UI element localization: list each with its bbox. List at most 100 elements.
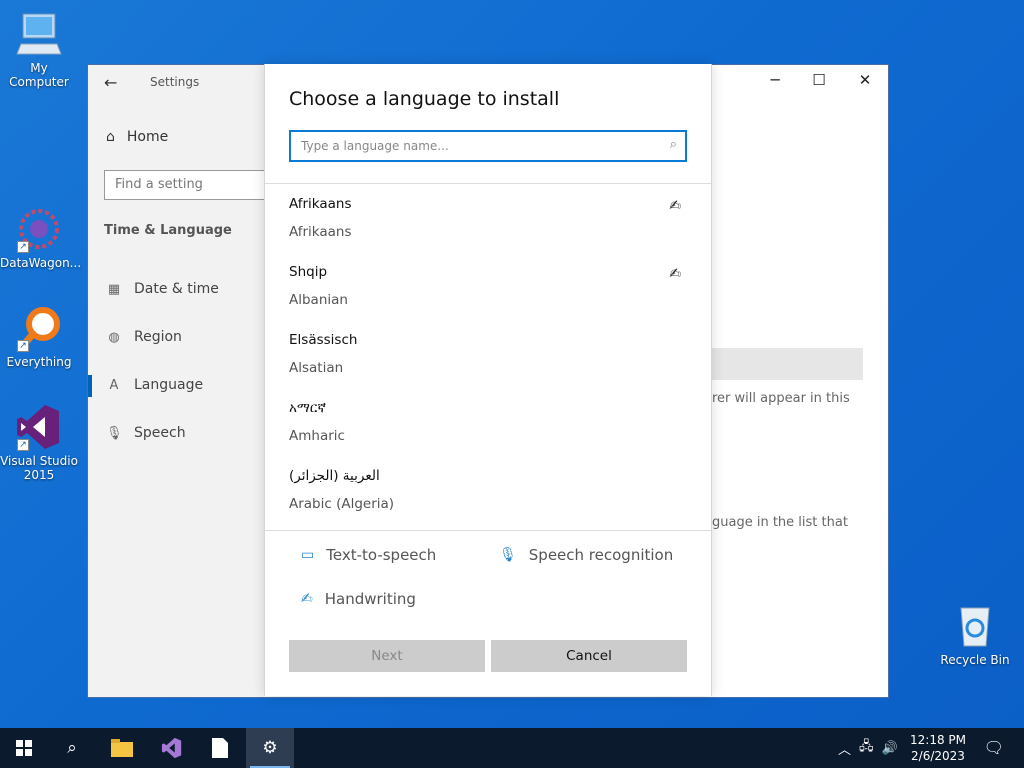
- background-text: rer will appear in this: [712, 391, 850, 406]
- close-button[interactable]: ✕: [842, 71, 888, 95]
- language-native-name: Shqip: [289, 264, 328, 280]
- feature-handwriting: ✍ Handwriting: [301, 590, 416, 608]
- feature-text-to-speech: ▭ Text-to-speech: [301, 546, 436, 564]
- dialog-title: Choose a language to install: [289, 88, 560, 110]
- shortcut-arrow-icon: ↗: [17, 340, 29, 352]
- handwriting-icon: ✍: [669, 198, 681, 214]
- nav-item-region[interactable]: ◍ Region: [106, 329, 182, 345]
- minimize-button[interactable]: ─: [752, 71, 798, 95]
- search-icon: ⌕: [669, 137, 677, 152]
- computer-icon: [15, 10, 63, 58]
- language-native-name: Elsässisch: [289, 332, 358, 348]
- notification-icon[interactable]: 🗨: [984, 738, 1004, 757]
- desktop-icon-label: Recycle Bin: [940, 653, 1010, 667]
- language-icon: A: [109, 377, 119, 393]
- desktop-icon-everything[interactable]: ↗ Everything: [0, 304, 78, 369]
- nav-item-speech[interactable]: 🎙 Speech: [106, 425, 186, 441]
- desktop-icon-visual-studio[interactable]: ↗ Visual Studio 2015: [0, 403, 78, 482]
- desktop-icon-label: DataWagon...: [0, 256, 82, 270]
- background-panel-bar: [711, 348, 863, 380]
- shortcut-arrow-icon: ↗: [17, 439, 29, 451]
- language-native-name: Afrikaans: [289, 196, 352, 212]
- calendar-icon: ▦: [107, 281, 121, 297]
- chevron-up-icon[interactable]: ︿: [838, 739, 851, 758]
- taskbar: ⌕ ⚙ ︿ 🖧 🔊 12:18 PM 2/6/2023 🗨: [0, 728, 1024, 768]
- language-english-name: Afrikaans: [289, 224, 352, 240]
- settings-title: Settings: [150, 75, 200, 89]
- language-search-box[interactable]: ⌕: [289, 130, 687, 162]
- language-item-amharic[interactable]: አማርኛ Amharic: [265, 388, 711, 456]
- nav-section-title: Time & Language: [104, 223, 232, 238]
- volume-icon[interactable]: 🔊: [882, 741, 898, 756]
- language-native-name: አማርኛ: [289, 400, 326, 416]
- datawagon-icon: ↗: [15, 205, 63, 253]
- language-item-alsatian[interactable]: Elsässisch Alsatian: [265, 320, 711, 388]
- nav-item-label: Language: [134, 377, 204, 393]
- language-item-albanian[interactable]: Shqip Albanian ✍: [265, 252, 711, 320]
- taskbar-visual-studio[interactable]: [148, 728, 196, 768]
- feature-label: Handwriting: [324, 590, 416, 608]
- choose-language-dialog: Choose a language to install ⌕ Afrikaans…: [264, 64, 712, 696]
- visual-studio-icon: [161, 737, 182, 759]
- handwriting-icon: ✍: [669, 266, 681, 282]
- settings-nav-pane: ← Settings ⌂ Home Find a setting Time & …: [88, 65, 274, 697]
- desktop-icon-label: Visual Studio 2015: [0, 454, 78, 482]
- document-icon: [212, 738, 228, 758]
- nav-home[interactable]: ⌂ Home: [106, 129, 168, 145]
- cancel-button[interactable]: Cancel: [491, 640, 687, 672]
- feature-label: Speech recognition: [528, 546, 674, 564]
- language-english-name: Amharic: [289, 428, 345, 444]
- microphone-icon: 🎙: [106, 425, 123, 441]
- desktop-icon-label: My Computer: [9, 61, 69, 89]
- language-item-afrikaans[interactable]: Afrikaans Afrikaans ✍: [265, 184, 711, 252]
- language-native-name: العربية (الجزائر): [289, 468, 380, 484]
- everything-search-icon: ↗: [15, 304, 63, 352]
- language-item-arabic-algeria[interactable]: العربية (الجزائر) Arabic (Algeria): [265, 456, 711, 524]
- background-text: guage in the list that: [712, 515, 848, 530]
- language-english-name: Alsatian: [289, 360, 344, 376]
- desktop-icon-my-computer[interactable]: My Computer: [0, 10, 78, 89]
- nav-item-label: Region: [134, 329, 182, 345]
- globe-icon: ◍: [108, 329, 120, 345]
- nav-item-label: Speech: [134, 425, 186, 441]
- folder-icon: [111, 739, 133, 757]
- network-icon[interactable]: 🖧: [859, 737, 874, 759]
- taskbar-settings[interactable]: ⚙: [246, 728, 294, 768]
- search-button[interactable]: ⌕: [48, 728, 96, 768]
- nav-item-date-time[interactable]: ▦ Date & time: [106, 281, 219, 297]
- nav-item-language[interactable]: A Language: [106, 377, 204, 393]
- home-icon: ⌂: [106, 129, 115, 145]
- clock-time: 12:18 PM: [910, 733, 966, 747]
- next-button[interactable]: Next: [289, 640, 485, 672]
- handwriting-icon: ✍: [301, 591, 313, 607]
- language-english-name: Albanian: [289, 292, 348, 308]
- nav-item-label: Date & time: [134, 281, 219, 297]
- feature-speech-recognition: 🎙 Speech recognition: [499, 546, 673, 564]
- active-indicator: [88, 375, 92, 397]
- text-to-speech-icon: ▭: [301, 547, 315, 563]
- find-setting-input[interactable]: Find a setting: [104, 170, 274, 200]
- search-icon: ⌕: [67, 738, 77, 758]
- visual-studio-icon: ↗: [15, 403, 63, 451]
- feature-label: Text-to-speech: [326, 546, 437, 564]
- recycle-bin-icon: [951, 602, 999, 650]
- maximize-button[interactable]: ☐: [796, 71, 842, 95]
- start-button[interactable]: [0, 728, 48, 768]
- language-english-name: Arabic (Algeria): [289, 496, 395, 512]
- language-search-input[interactable]: [291, 132, 651, 160]
- desktop-icon-datawagon[interactable]: ↗ DataWagon...: [0, 205, 82, 270]
- taskbar-notepad[interactable]: [196, 728, 244, 768]
- windows-logo-icon: [16, 740, 32, 756]
- shortcut-arrow-icon: ↗: [17, 241, 29, 253]
- microphone-icon: 🎙: [499, 547, 517, 563]
- desktop-icon-recycle-bin[interactable]: Recycle Bin: [936, 602, 1014, 667]
- language-list[interactable]: Afrikaans Afrikaans ✍ Shqip Albanian ✍ E…: [265, 183, 711, 531]
- desktop-icon-label: Everything: [6, 355, 72, 369]
- clock[interactable]: 12:18 PM 2/6/2023: [910, 732, 966, 764]
- back-arrow-icon[interactable]: ←: [104, 73, 124, 93]
- taskbar-file-explorer[interactable]: [98, 728, 146, 768]
- nav-home-label: Home: [126, 129, 169, 145]
- gear-icon: ⚙: [262, 738, 278, 758]
- system-tray: ︿ 🖧 🔊: [838, 728, 898, 768]
- clock-date: 2/6/2023: [911, 749, 965, 763]
